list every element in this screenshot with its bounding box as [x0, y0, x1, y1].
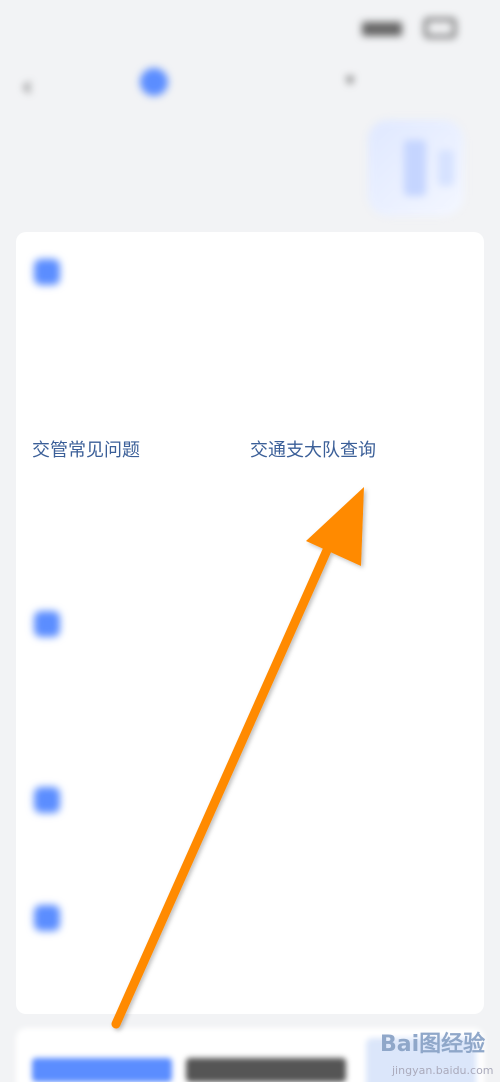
- section-1-icon: [34, 259, 60, 285]
- section-3-icon: [34, 611, 60, 637]
- bottom-pill-blue: [32, 1058, 172, 1082]
- battery-icon: [424, 18, 456, 38]
- hero-banner: [0, 112, 500, 232]
- baidu-watermark: Bai图经验 jingyan.baidu.com: [380, 1026, 494, 1077]
- services-card: [16, 232, 484, 1014]
- section-1-header: [34, 252, 74, 292]
- back-arrow-icon[interactable]: ‹: [22, 72, 32, 102]
- section-3-header: [34, 604, 74, 644]
- hero-illustration: [368, 120, 464, 216]
- traffic-brigade-query-link[interactable]: 交通支大队查询: [250, 436, 376, 462]
- watermark-url: jingyan.baidu.com: [392, 1064, 494, 1077]
- service-logo-icon: [140, 68, 168, 96]
- status-bar: [0, 0, 500, 56]
- app-header: ‹ ▾: [0, 56, 500, 112]
- watermark-brand: Bai图经验: [380, 1032, 486, 1057]
- chevron-down-icon[interactable]: ▾: [346, 70, 354, 89]
- highlighted-row: 交管常见问题 交通支大队查询: [16, 418, 484, 478]
- faq-link[interactable]: 交管常见问题: [32, 436, 140, 462]
- signal-icon: [362, 22, 402, 36]
- section-5-header: [34, 898, 74, 938]
- folder-icon: [34, 787, 60, 813]
- section-5-icon: [34, 905, 60, 931]
- section-4-header: [34, 780, 74, 820]
- bottom-pill-dark: [186, 1058, 346, 1082]
